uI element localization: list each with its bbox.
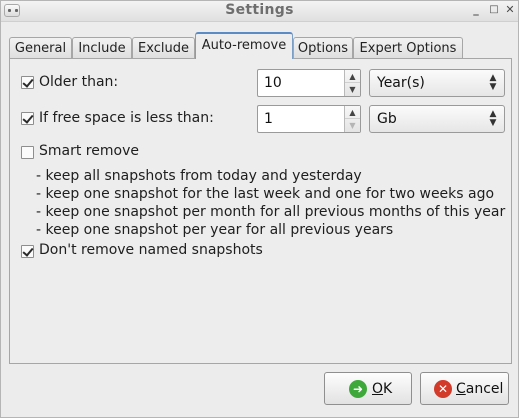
older-than-unit-value: Year(s): [377, 75, 425, 91]
older-than-checkbox[interactable]: [21, 76, 34, 89]
older-than-unit-select[interactable]: Year(s) ▲ ▼: [369, 69, 505, 97]
window-title: Settings: [225, 2, 294, 18]
chevron-down-icon[interactable]: ▼: [345, 83, 360, 96]
smart-remove-rule: - keep one snapshot per year for all pre…: [36, 222, 394, 238]
tab-general[interactable]: General: [9, 37, 72, 59]
ok-button[interactable]: ➜ OK: [324, 372, 412, 405]
smart-remove-rule: - keep one snapshot per month for all pr…: [36, 204, 506, 220]
cancel-x-icon: ✕: [434, 380, 452, 398]
updown-chevron-icon: ▲ ▼: [489, 109, 497, 128]
named-snapshots-label: Don't remove named snapshots: [39, 242, 263, 258]
chevron-down-icon[interactable]: ▼: [345, 119, 360, 132]
cancel-button-label: Cancel: [456, 381, 504, 397]
close-icon[interactable]: ✕: [503, 3, 517, 17]
updown-chevron-icon: ▲ ▼: [489, 73, 497, 92]
chevron-up-icon[interactable]: ▲: [345, 70, 360, 83]
free-space-unit-select[interactable]: Gb ▲ ▼: [369, 105, 505, 133]
free-space-value[interactable]: 1: [264, 111, 273, 127]
settings-window: Settings _ □ ✕ General Include Exclude A…: [0, 0, 519, 418]
free-space-spinbox[interactable]: 1 ▲ ▼: [257, 105, 361, 133]
free-space-stepper[interactable]: ▲ ▼: [344, 106, 360, 132]
title-bar[interactable]: Settings _ □ ✕: [1, 1, 518, 22]
ok-arrow-icon: ➜: [349, 380, 367, 398]
tab-expert-options[interactable]: Expert Options: [353, 37, 463, 59]
named-snapshots-checkbox[interactable]: [21, 245, 34, 258]
ok-button-label: OK: [372, 381, 393, 397]
smart-remove-checkbox[interactable]: [21, 146, 34, 159]
older-than-stepper[interactable]: ▲ ▼: [344, 70, 360, 96]
cancel-button[interactable]: ✕ Cancel: [420, 372, 509, 405]
smart-remove-rule: - keep all snapshots from today and yest…: [36, 168, 362, 184]
tab-exclude[interactable]: Exclude: [132, 37, 195, 59]
chevron-up-icon[interactable]: ▲: [345, 106, 360, 119]
tab-include[interactable]: Include: [72, 37, 132, 59]
older-than-spinbox[interactable]: 10 ▲ ▼: [257, 69, 361, 97]
older-than-label: Older than:: [39, 74, 119, 90]
free-space-unit-value: Gb: [377, 111, 397, 127]
tab-options[interactable]: Options: [293, 37, 353, 59]
auto-remove-panel: Older than: 10 ▲ ▼ Year(s) ▲ ▼ If free sp…: [9, 58, 512, 364]
smart-remove-label: Smart remove: [39, 143, 139, 159]
smart-remove-rule: - keep one snapshot for the last week an…: [36, 186, 495, 202]
minimize-icon[interactable]: _: [469, 3, 483, 17]
tab-auto-remove[interactable]: Auto-remove: [195, 32, 293, 59]
older-than-value[interactable]: 10: [264, 75, 282, 91]
maximize-icon[interactable]: □: [487, 3, 501, 17]
free-space-label: If free space is less than:: [39, 110, 214, 126]
free-space-checkbox[interactable]: [21, 112, 34, 125]
